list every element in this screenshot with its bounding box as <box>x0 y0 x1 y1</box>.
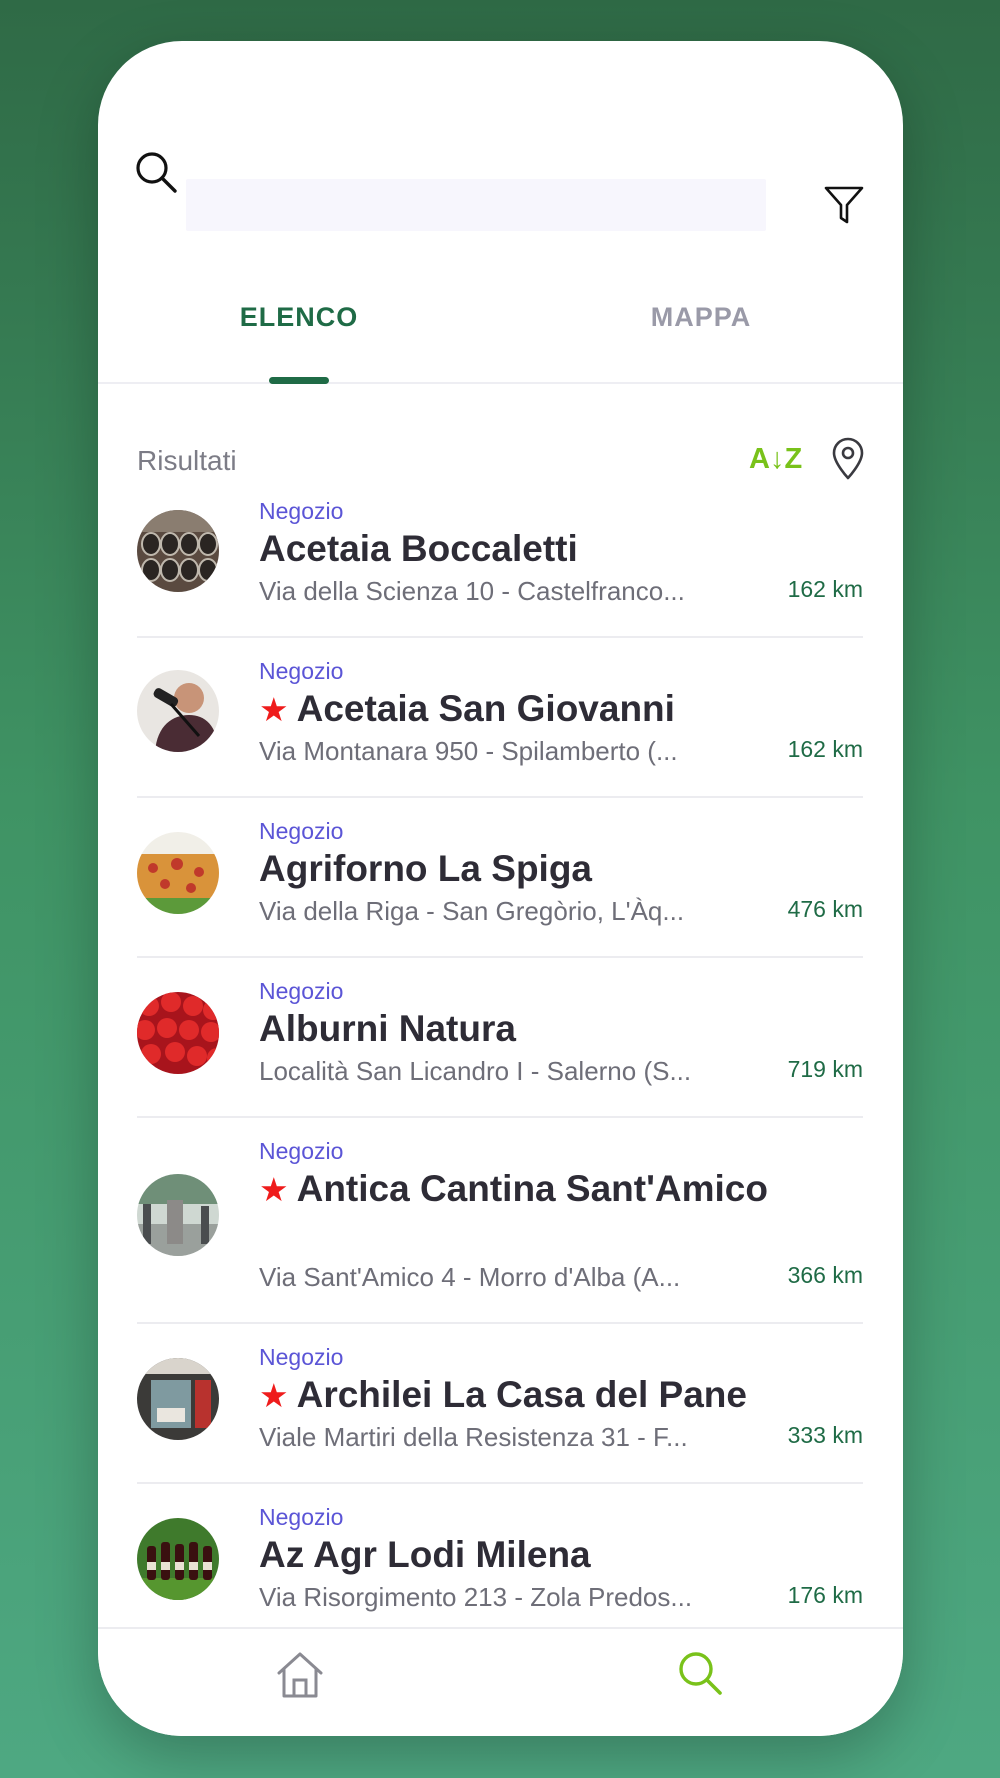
item-distance: 366 km <box>787 1262 863 1288</box>
featured-star-icon: ★ <box>259 1171 289 1208</box>
sort-alphabetical-button[interactable]: A↓Z <box>749 443 802 476</box>
results-list: Negozio Acetaia Boccaletti Via della Sci… <box>98 496 903 1627</box>
item-address: Via della Scienza 10 - Castelfranco... <box>259 576 685 606</box>
location-pin-icon[interactable] <box>828 437 868 481</box>
item-distance: 333 km <box>787 1422 863 1448</box>
item-name-text: Antica Cantina Sant'Amico <box>296 1168 768 1209</box>
item-address: Via della Riga - San Gregòrio, L'Àq... <box>259 896 685 926</box>
item-address: Località San Licandro I - Salerno (S... <box>259 1056 692 1086</box>
search-icon[interactable] <box>134 150 178 194</box>
tab-mappa[interactable]: MAPPA <box>500 302 902 333</box>
bottles-thumbnail <box>137 1518 219 1600</box>
item-category: Negozio <box>259 1344 344 1370</box>
search-icon[interactable] <box>676 1649 724 1697</box>
filter-icon[interactable] <box>823 184 865 226</box>
item-name: Alburni Natura <box>259 1008 516 1049</box>
item-address: Via Sant'Amico 4 - Morro d'Alba (A... <box>259 1262 681 1292</box>
item-category: Negozio <box>259 818 344 844</box>
pizza-thumbnail <box>137 832 219 914</box>
list-item[interactable]: Negozio Az Agr Lodi Milena Via Risorgime… <box>137 1484 863 1627</box>
barrels-thumbnail <box>137 510 219 592</box>
item-name-text: Archilei La Casa del Pane <box>296 1374 747 1415</box>
item-distance: 476 km <box>787 896 863 922</box>
bottom-navigation <box>98 1627 903 1736</box>
item-category: Negozio <box>259 978 344 1004</box>
list-item[interactable]: Negozio Acetaia Boccaletti Via della Sci… <box>137 496 863 638</box>
item-distance: 176 km <box>787 1582 863 1608</box>
results-header: Risultati A↓Z <box>98 431 903 491</box>
tab-bar: ELENCO MAPPA <box>98 256 903 384</box>
person-thumbnail <box>137 670 219 752</box>
item-name: Az Agr Lodi Milena <box>259 1534 591 1575</box>
list-item[interactable]: Negozio ★ Antica Cantina Sant'Amico Via S… <box>137 1118 863 1324</box>
active-tab-indicator <box>269 377 329 384</box>
list-item[interactable]: Negozio Agriforno La Spiga Via della Rig… <box>137 798 863 958</box>
results-label: Risultati <box>137 445 237 476</box>
item-distance: 719 km <box>787 1056 863 1082</box>
winery-thumbnail <box>137 1174 219 1256</box>
item-address: Via Montanara 950 - Spilamberto (... <box>259 736 678 766</box>
list-item[interactable]: Negozio Alburni Natura Località San Lica… <box>137 958 863 1118</box>
item-name: ★ Acetaia San Giovanni <box>259 686 675 733</box>
item-name: ★ Antica Cantina Sant'Amico <box>259 1166 819 1213</box>
shopfront-thumbnail <box>137 1358 219 1440</box>
item-name-text: Acetaia San Giovanni <box>296 688 675 729</box>
item-category: Negozio <box>259 1504 344 1530</box>
item-category: Negozio <box>259 1138 344 1164</box>
item-distance: 162 km <box>787 736 863 762</box>
item-address: Viale Martiri della Resistenza 31 - F... <box>259 1422 688 1452</box>
phone-screen: ELENCO MAPPA Risultati A↓Z Negozio Aceta… <box>98 41 903 1736</box>
item-name: Acetaia Boccaletti <box>259 528 578 569</box>
item-address: Via Risorgimento 213 - Zola Predos... <box>259 1582 693 1612</box>
item-category: Negozio <box>259 658 344 684</box>
list-item[interactable]: Negozio ★ Acetaia San Giovanni Via Montan… <box>137 638 863 798</box>
tab-elenco[interactable]: ELENCO <box>98 302 500 333</box>
item-category: Negozio <box>259 498 344 524</box>
featured-star-icon: ★ <box>259 1377 289 1414</box>
home-icon[interactable] <box>274 1649 326 1701</box>
search-bar <box>98 136 903 231</box>
featured-star-icon: ★ <box>259 691 289 728</box>
item-name: Agriforno La Spiga <box>259 848 592 889</box>
item-name: ★ Archilei La Casa del Pane <box>259 1372 747 1419</box>
search-input[interactable] <box>186 179 766 231</box>
item-distance: 162 km <box>787 576 863 602</box>
list-item[interactable]: Negozio ★ Archilei La Casa del Pane Viale… <box>137 1324 863 1484</box>
strawberries-thumbnail <box>137 992 219 1074</box>
